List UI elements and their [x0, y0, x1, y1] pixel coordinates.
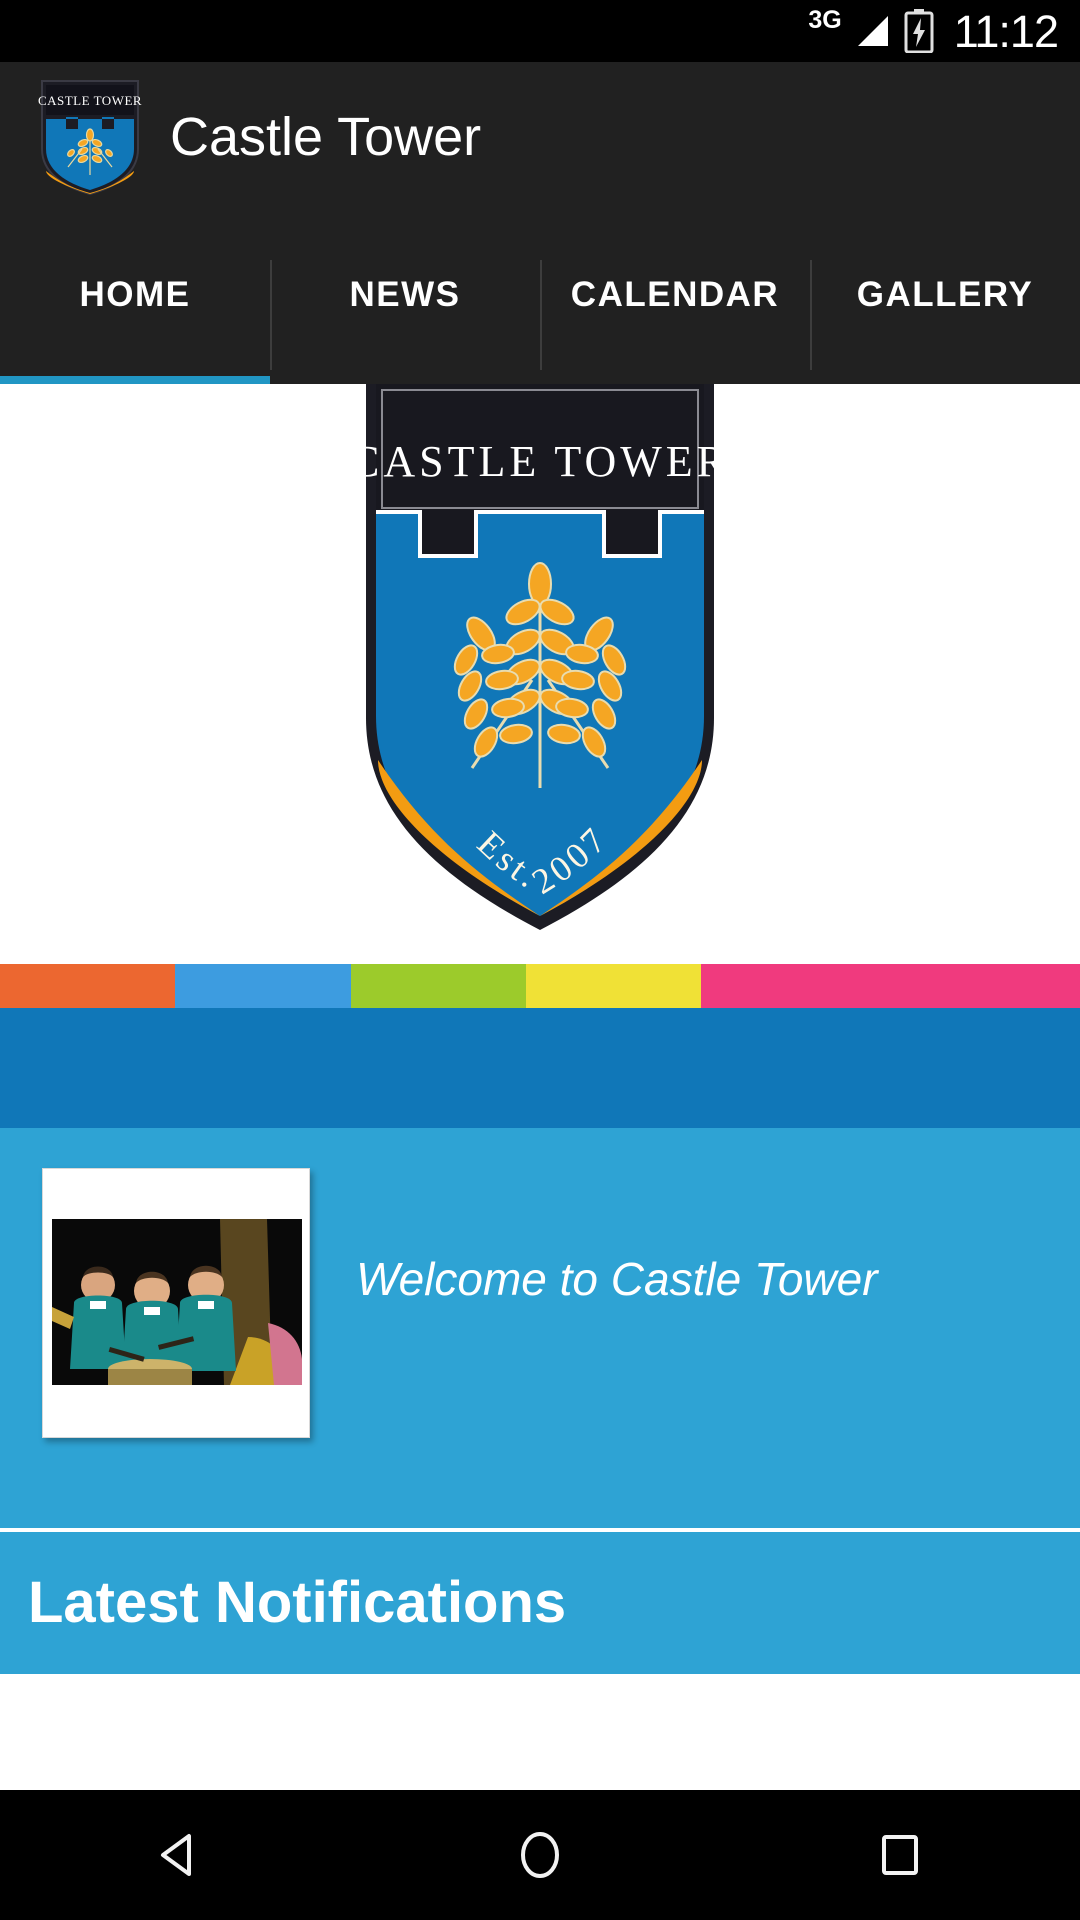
home-icon[interactable]	[480, 1790, 600, 1920]
tab-calendar[interactable]: CALENDAR	[540, 212, 810, 384]
tab-home-label: HOME	[79, 274, 191, 314]
children-playing-drums-photo	[52, 1219, 302, 1385]
clock-label: 11:12	[953, 5, 1059, 57]
crest-title-text: CASTLE TOWER	[360, 437, 720, 486]
network-type-label: 3G	[808, 6, 842, 34]
action-bar: CASTLE TOWER Castle Tower	[0, 62, 1080, 212]
welcome-card[interactable]: Welcome to Castle Tower	[0, 1128, 1080, 1528]
back-icon[interactable]	[120, 1790, 240, 1920]
tab-news-label: NEWS	[349, 274, 461, 314]
latest-notifications-section[interactable]: Latest Notifications	[0, 1532, 1080, 1674]
tab-bar: HOME NEWS CALENDAR GALLERY	[0, 212, 1080, 384]
svg-text:CASTLE TOWER: CASTLE TOWER	[38, 93, 142, 108]
recents-icon[interactable]	[840, 1790, 960, 1920]
castle-tower-crest-icon: CASTLE TOWER	[38, 77, 142, 197]
stripe-blue	[174, 964, 351, 1008]
tab-home[interactable]: HOME	[0, 212, 270, 384]
signal-icon	[856, 14, 890, 48]
tab-gallery-label: GALLERY	[856, 274, 1034, 314]
hero-section: CASTLE TOWER Est. 2007	[0, 384, 1080, 964]
battery-charging-icon	[904, 9, 934, 54]
castle-tower-crest-large-icon: CASTLE TOWER Est. 2007	[350, 384, 726, 938]
tab-calendar-label: CALENDAR	[570, 274, 780, 314]
page-content: CASTLE TOWER Est. 2007 Welcome to Castle…	[0, 384, 1080, 1790]
welcome-photo-frame[interactable]	[42, 1168, 310, 1438]
stripe-orange	[0, 964, 175, 1008]
stripe-pink	[700, 964, 1080, 1008]
color-stripe-row	[0, 964, 1080, 1008]
app-title: Castle Tower	[170, 107, 482, 167]
welcome-heading: Welcome to Castle Tower	[356, 1253, 878, 1305]
stripe-yellow	[525, 964, 701, 1008]
banner-band	[0, 1008, 1080, 1128]
stripe-green	[350, 964, 526, 1008]
latest-notifications-title: Latest Notifications	[28, 1570, 567, 1635]
tab-news[interactable]: NEWS	[270, 212, 540, 384]
status-bar: 3G 11:12	[0, 0, 1080, 62]
tab-gallery[interactable]: GALLERY	[810, 212, 1080, 384]
system-navigation-bar	[0, 1790, 1080, 1920]
